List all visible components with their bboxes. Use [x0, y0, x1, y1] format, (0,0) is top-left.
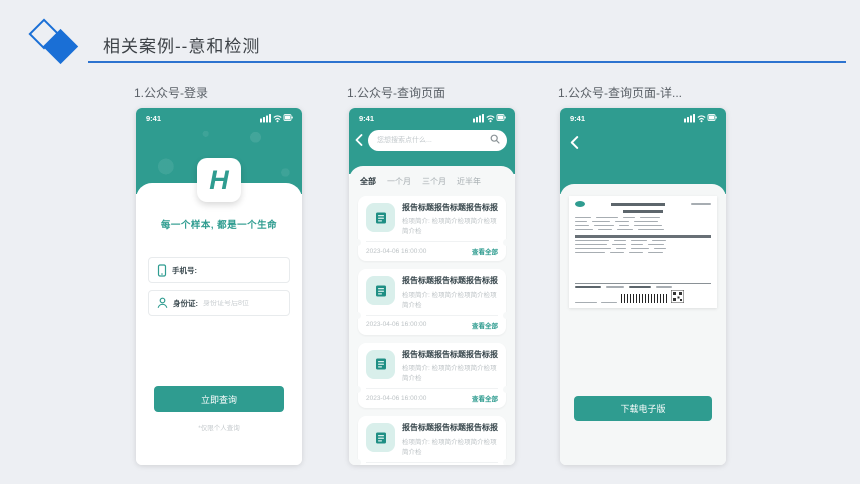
card-divider [354, 459, 510, 465]
tab-all[interactable]: 全部 [360, 176, 376, 187]
qr-code-icon [671, 290, 684, 303]
query-content: 全部 一个月 三个月 近半年 报告标题报告标题报告标报 检项简介: 检项简介检项… [349, 166, 515, 465]
tab-one-month[interactable]: 一个月 [387, 176, 411, 187]
report-card[interactable]: 报告标题报告标题报告标报 检项简介: 检项简介检项简介检项简介检 2023-04… [354, 196, 510, 262]
report-preview[interactable] [569, 196, 717, 308]
report-doc-icon [366, 349, 395, 379]
slide-title: 相关案例--意和检测 [103, 37, 261, 56]
login-slogan: 每一个样本, 都是一个生命 [160, 220, 278, 231]
signal-wifi-battery-icon [473, 113, 506, 122]
report-table-header [575, 234, 711, 238]
caption-query: 1.公众号-查询页面 [347, 86, 446, 100]
report-number-bar [691, 203, 711, 205]
search-icon[interactable] [490, 134, 500, 144]
report-title: 报告标题报告标题报告标报 [402, 349, 498, 359]
card-divider [354, 312, 510, 320]
filter-tabs: 全部 一个月 三个月 近半年 [360, 176, 504, 187]
status-bar: 9:41 [560, 108, 726, 124]
phone-detail-screen: 9:41 下载电子版 [560, 108, 726, 465]
view-all-link[interactable]: 查看全部 [472, 393, 498, 403]
report-title: 报告标题报告标题报告标报 [402, 276, 498, 286]
header-divider [88, 61, 846, 63]
query-header: 9:41 [349, 108, 515, 174]
report-doc-icon [366, 203, 395, 232]
search-input[interactable] [368, 130, 507, 151]
back-chevron-icon[interactable] [355, 134, 363, 146]
report-date: 2023-04-06 16:00:00 [366, 321, 427, 329]
id-card-input[interactable] [203, 299, 281, 307]
signal-wifi-battery-icon [260, 113, 293, 122]
phone-number-input[interactable] [202, 266, 281, 274]
caption-login: 1.公众号-登录 [134, 86, 209, 100]
phone-number-label: 手机号: [172, 265, 197, 275]
status-time: 9:41 [570, 114, 586, 123]
barcode [621, 294, 667, 303]
report-subtitle: 检项简介: 检项简介检项简介检项简介检 [402, 218, 497, 236]
mobile-phone-icon [157, 263, 167, 277]
status-icons [260, 110, 293, 128]
report-title: 报告标题报告标题报告标报 [402, 203, 498, 212]
view-all-link[interactable]: 查看全部 [472, 320, 498, 330]
report-card[interactable]: 报告标题报告标题报告标报 检项简介: 检项简介检项简介检项简介检 2023-04… [354, 269, 510, 335]
phone-number-field[interactable]: 手机号: [148, 257, 290, 283]
query-now-button[interactable]: 立即查询 [154, 386, 284, 412]
report-subtitle: 检项简介: 检项简介检项简介检项简介检 [402, 365, 497, 383]
phone-query-screen: 9:41 您想搜索点什么... 全部 一个月 三个月 近半年 报告标题报告标题报… [349, 108, 515, 465]
report-subtitle: 检项简介: 检项简介检项简介检项简介检 [402, 291, 497, 309]
status-icons [684, 110, 717, 128]
app-logo: H [197, 158, 241, 202]
report-date: 2023-04-06 16:00:00 [366, 247, 427, 255]
report-title-bar [611, 202, 665, 206]
detail-header: 9:41 [560, 108, 726, 194]
status-bar: 9:41 [349, 108, 515, 124]
detail-content: 下载电子版 [560, 184, 726, 465]
report-subtitle-bar [623, 210, 663, 213]
login-card: 每一个样本, 都是一个生命 手机号: 身份证: 立即查询 *仅限个人查询 [136, 183, 302, 465]
card-divider [354, 385, 510, 393]
phone-login-screen: 9:41 H 每一个样本, 都是一个生命 手机号: 身份证: 身份证号后8位 立… [136, 108, 302, 465]
report-preview-footer [575, 283, 711, 303]
id-card-field[interactable]: 身份证: [148, 290, 290, 316]
report-doc-icon [366, 423, 395, 453]
status-icons [473, 110, 506, 128]
status-time: 9:41 [146, 114, 162, 123]
report-card[interactable]: 报告标题报告标题报告标报 检项简介: 检项简介检项简介检项简介检 2023-04… [354, 416, 510, 465]
back-chevron-icon[interactable] [570, 136, 579, 149]
tab-three-months[interactable]: 三个月 [422, 176, 446, 187]
tab-half-year[interactable]: 近半年 [457, 176, 481, 187]
card-divider [354, 238, 510, 246]
report-doc-icon [366, 276, 395, 306]
lab-logo-icon [575, 201, 585, 207]
report-preview-header [575, 201, 711, 207]
report-title: 报告标题报告标题报告标报 [402, 423, 498, 433]
report-date: 2023-04-06 16:00:00 [366, 394, 427, 402]
app-logo-letter: H [209, 164, 229, 195]
login-note: *仅限个人查询 [198, 425, 240, 432]
person-icon [157, 297, 168, 309]
signal-wifi-battery-icon [684, 113, 717, 122]
report-card[interactable]: 报告标题报告标题报告标报 检项简介: 检项简介检项简介检项简介检 2023-04… [354, 342, 510, 409]
id-card-label: 身份证: [173, 298, 198, 308]
status-bar: 9:41 [136, 108, 302, 124]
status-time: 9:41 [359, 114, 375, 123]
view-all-link[interactable]: 查看全部 [472, 246, 498, 256]
caption-detail: 1.公众号-查询页面-详... [558, 86, 683, 100]
download-ebook-button[interactable]: 下载电子版 [574, 396, 712, 421]
search-box[interactable] [368, 129, 507, 151]
report-subtitle: 检项简介: 检项简介检项简介检项简介检 [402, 438, 497, 456]
